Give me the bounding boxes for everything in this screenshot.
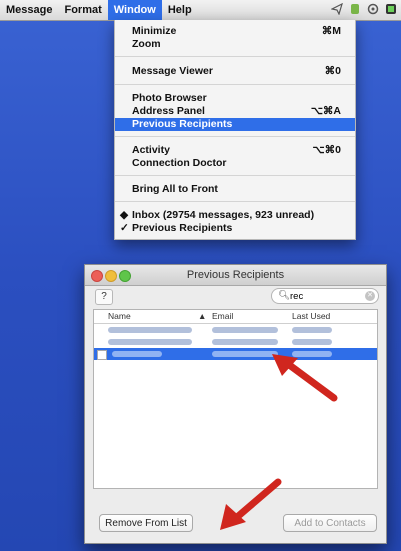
redacted-name [112,351,162,357]
menu-item-shortcut: ⌥⌘A [310,105,341,117]
row-checkbox[interactable] [97,350,107,360]
menu-separator [115,175,355,176]
table-row[interactable] [94,324,377,336]
menu-item-label: Bring All to Front [132,183,218,195]
menu-item-previous-recipients[interactable]: Previous Recipients [115,118,355,131]
diamond-icon: ◆ [120,209,129,221]
menu-item-label: Minimize [132,25,177,37]
menu-item-label: Previous Recipients [132,222,233,234]
column-header-name[interactable]: Name [108,310,131,323]
column-header-last-used[interactable]: Last Used [292,310,330,323]
menu-item-label: Inbox (29754 messages, 923 unread) [132,209,315,221]
column-header-email[interactable]: Email [212,310,233,323]
menu-item-shortcut: ⌘M [321,25,341,37]
remove-from-list-button[interactable]: Remove From List [99,514,193,532]
redacted-name [108,339,192,345]
checkmark-icon: ✓ [120,222,129,234]
menu-help[interactable]: Help [162,0,198,20]
menu-item-bring-all-to-front[interactable]: Bring All to Front [115,183,355,196]
table-header: Name ▲ Email Last Used [94,310,377,324]
redacted-date [292,327,332,333]
menu-item-label: Address Panel [132,105,205,117]
menu-item-minimize[interactable]: Minimize ⌘M [115,25,355,38]
redacted-email [212,327,278,333]
menu-item-address-panel[interactable]: Address Panel ⌥⌘A [115,105,355,118]
menu-item-connection-doctor[interactable]: Connection Doctor [115,157,355,170]
menu-status-area [331,3,397,15]
menu-item-label: Connection Doctor [132,157,227,169]
menu-item-inbox-window[interactable]: ◆ Inbox (29754 messages, 923 unread) [115,209,355,222]
annotation-arrow-icon [272,354,338,402]
window-toolbar: ? 🔍︎ ✕ [85,285,386,307]
search-input[interactable] [290,290,360,302]
menu-separator [115,56,355,57]
search-field[interactable]: 🔍︎ ✕ [271,288,379,304]
menu-item-photo-browser[interactable]: Photo Browser [115,92,355,105]
redacted-email [212,339,278,345]
send-icon[interactable] [331,3,343,15]
menu-format[interactable]: Format [58,0,107,20]
annotation-arrow-icon [220,478,282,530]
evernote-icon[interactable] [349,3,361,15]
menu-item-zoom[interactable]: Zoom [115,38,355,51]
redacted-date [292,339,332,345]
app-icon[interactable] [385,3,397,15]
menu-separator [115,84,355,85]
menu-item-label: Message Viewer [132,65,213,77]
add-to-contacts-button[interactable]: Add to Contacts [283,514,377,532]
menu-item-label: Previous Recipients [132,118,233,130]
menu-window[interactable]: Window [107,0,162,20]
redacted-name [108,327,192,333]
menu-separator [115,136,355,137]
menu-item-label: Zoom [132,38,161,50]
window-menu-dropdown: Minimize ⌘M Zoom Message Viewer ⌘0 Photo B… [114,20,356,240]
window-title: Previous Recipients [186,269,285,281]
search-icon: 🔍︎ [278,290,291,301]
help-button[interactable]: ? [95,289,113,305]
menu-item-previous-recipients-window[interactable]: ✓ Previous Recipients [115,222,355,235]
menu-item-shortcut: ⌘0 [324,65,341,77]
settings-icon[interactable] [367,3,379,15]
menu-item-label: Activity [132,144,170,156]
table-row[interactable] [94,336,377,348]
menu-item-shortcut: ⌥⌘0 [312,144,341,156]
clear-search-icon[interactable]: ✕ [365,291,375,301]
menu-item-message-viewer[interactable]: Message Viewer ⌘0 [115,65,355,78]
menu-item-activity[interactable]: Activity ⌥⌘0 [115,144,355,157]
sort-ascending-icon: ▲ [198,311,207,321]
menu-message[interactable]: Message [0,0,58,20]
menu-bar: Message Format Window Help [0,0,401,21]
menu-item-label: Photo Browser [132,92,207,104]
window-titlebar[interactable]: Previous Recipients [85,265,386,286]
menu-separator [115,201,355,202]
